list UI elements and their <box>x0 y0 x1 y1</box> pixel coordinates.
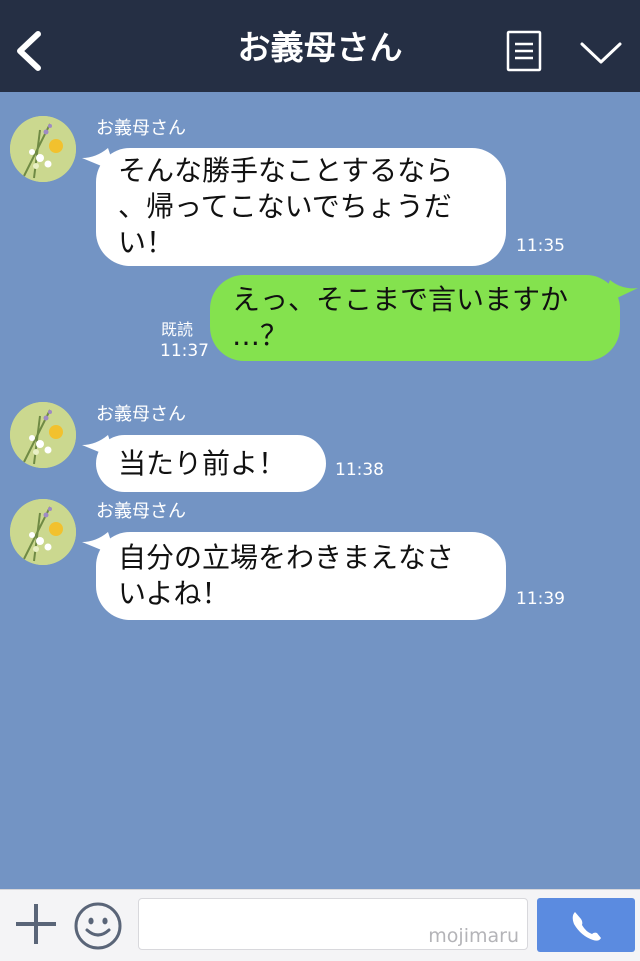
sender-name: お義母さん <box>96 118 186 139</box>
avatar[interactable] <box>10 499 76 565</box>
message-bubble[interactable]: そんな勝手なことするなら 、帰ってこないでちょうだ い！ <box>96 148 506 266</box>
flower-avatar-image <box>10 402 76 468</box>
message-time: 11:39 <box>516 589 565 609</box>
flower-avatar-image <box>10 499 76 565</box>
sender-name: お義母さん <box>96 404 186 425</box>
message-text: 当たり前よ！ <box>118 446 287 480</box>
notes-icon <box>506 30 542 72</box>
message-time: 11:37 <box>160 341 209 361</box>
read-status: 既読 <box>161 320 194 339</box>
chat-header: お義母さん <box>0 0 640 92</box>
message-bubble[interactable]: 当たり前よ！ <box>96 435 326 492</box>
chat-title: お義母さん <box>237 28 403 67</box>
chevron-left-icon <box>17 31 41 71</box>
plus-button[interactable] <box>14 902 58 946</box>
avatar[interactable] <box>10 116 76 182</box>
back-button[interactable] <box>10 22 54 78</box>
message-text: えっ、そこまで言いますか …？ <box>232 283 569 352</box>
message-bubble[interactable]: 自分の立場をわきまえなさ いよね！ <box>96 532 506 620</box>
chat-area[interactable]: お義母さん そんな勝手なことするなら 、帰ってこないでちょうだ い！ 11:35… <box>0 92 640 889</box>
message-text: そんな勝手なことするなら 、帰ってこないでちょうだ い！ <box>118 154 454 259</box>
flower-avatar-image <box>10 116 76 182</box>
message-text: 自分の立場をわきまえなさ いよね！ <box>118 541 455 610</box>
message-time: 11:35 <box>516 236 565 256</box>
avatar[interactable] <box>10 402 76 468</box>
more-button[interactable] <box>578 36 624 68</box>
message-bubble[interactable]: えっ、そこまで言いますか …？ <box>210 275 620 361</box>
call-button[interactable] <box>537 898 635 952</box>
plus-icon <box>16 904 56 944</box>
emoji-button[interactable] <box>73 901 123 951</box>
sender-name: お義母さん <box>96 501 186 522</box>
watermark: mojimaru <box>428 925 519 947</box>
input-bar: mojimaru <box>0 889 640 961</box>
phone-icon <box>572 912 601 941</box>
smiley-icon <box>74 902 122 950</box>
chevron-down-icon <box>580 42 622 64</box>
message-input[interactable]: mojimaru <box>138 898 528 950</box>
notes-button[interactable] <box>506 30 542 72</box>
message-time: 11:38 <box>335 460 384 480</box>
